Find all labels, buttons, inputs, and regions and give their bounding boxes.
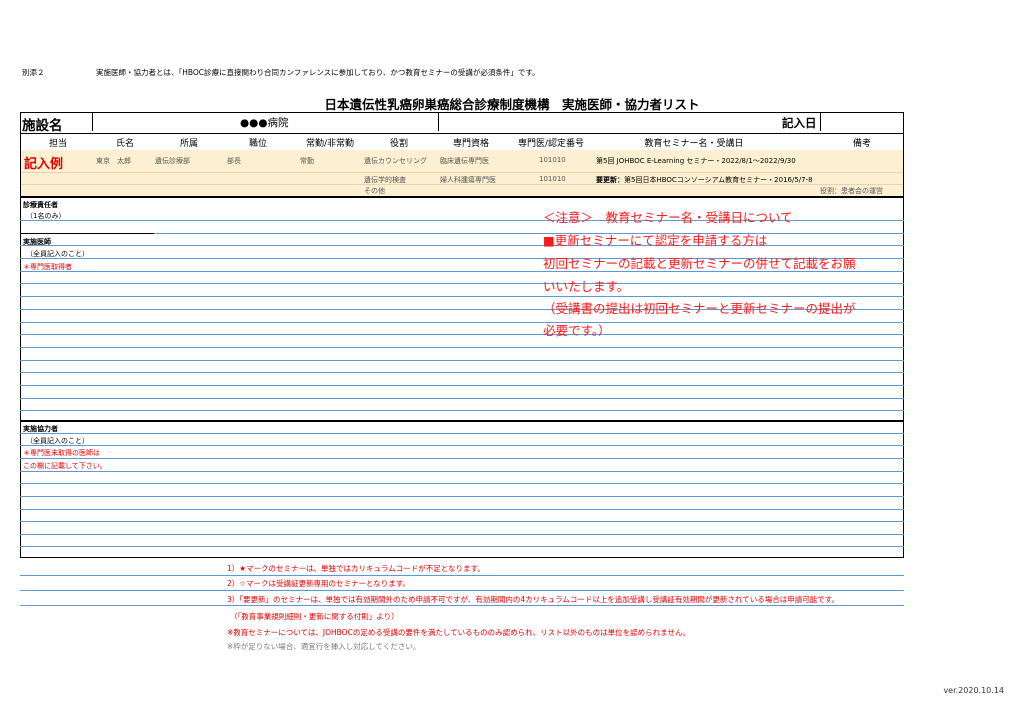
row-line [20, 360, 904, 361]
row-line [20, 509, 904, 510]
footnote-1: 1）★マークのセミナーは、単独ではカリキュラムコードが不足となります。 [227, 564, 485, 573]
example-status: 常勤 [300, 157, 314, 165]
facility-name: ●●●病院 [240, 115, 289, 130]
col-remarks: 備考 [852, 139, 872, 149]
footnote-2: 2）☆マークは受講証更新専用のセミナーとなります。 [227, 579, 411, 588]
example-number: 101010 [539, 175, 566, 183]
row-line [20, 483, 904, 484]
col-role: 役割 [389, 139, 409, 149]
row-line [20, 410, 904, 411]
row-line [20, 398, 904, 399]
example-seminar: 第5回 JOHBOC E-Learning セミナー・2022/8/1～2022… [596, 157, 796, 165]
row-line [20, 334, 904, 335]
column-header-row: 担当 氏名 所属 職位 常勤/非常勤 役割 専門資格 専門医/認定番号 教育セミ… [20, 133, 904, 151]
date-label: 記入日 [782, 116, 817, 130]
row-line [20, 283, 904, 284]
example-position: 部長 [227, 157, 241, 165]
example-qualification: 臨床遺伝専門医 [440, 157, 489, 165]
attachment-label: 別添２ [22, 68, 45, 77]
row-line [20, 245, 904, 246]
example-divider [21, 184, 903, 185]
row-line [20, 534, 904, 535]
footnote-line [20, 605, 904, 606]
facility-name-suffix: 病院 [267, 117, 289, 129]
row-line [20, 433, 904, 434]
doctors-end-line [20, 420, 904, 422]
example-divider [21, 172, 903, 173]
row-line [20, 521, 904, 522]
header-note: 別添２ 実施医師・協力者とは、「HBOC診療に直接関わり合同カンファレンスに参加し… [22, 67, 540, 78]
row-line [20, 347, 904, 348]
notice-line-3: 初回セミナーの記載と更新セミナーの併せて記載をお願 [543, 256, 856, 271]
example-seminar-text: 第5回日本HBOCコンソーシアム教育セミナー・2016/5/7-8 [624, 176, 813, 184]
notice-line-1: ＜注意＞ 教育セミナー名・受講日について [543, 210, 793, 225]
col-seminar: 教育セミナー名・受講日 [644, 139, 744, 149]
row-line [20, 322, 904, 323]
footnote-line [20, 575, 904, 576]
renewal-tag: 要更新： [596, 176, 624, 184]
col-tanto: 担当 [48, 139, 68, 149]
row-line [20, 546, 904, 547]
example-role: 遺伝カウンセリング [364, 157, 427, 165]
col-qualification: 専門資格 [452, 139, 490, 149]
footnote-line [20, 590, 904, 591]
example-role: その他 [364, 187, 385, 195]
header-note-text: 実施医師・協力者とは、「HBOC診療に直接関わり合同カンファレンスに参加しており… [96, 68, 540, 77]
row-line [154, 233, 904, 234]
example-end-line [20, 196, 904, 198]
cooperators-red-note-2: この欄に記載して下さい。 [23, 462, 107, 470]
footnote-5: ※教育セミナーについては、JOHBOCの定める受講の要件を満たしているもののみ認… [227, 628, 690, 637]
example-title: 記入例 [24, 157, 64, 172]
row-line [20, 471, 904, 472]
page-title: 日本遺伝性乳癌卵巣癌総合診療制度機構 実施医師・協力者リスト [324, 97, 700, 112]
row-line [20, 296, 904, 297]
example-number: 101010 [539, 156, 566, 164]
col-position: 職位 [248, 139, 268, 149]
facility-name-dots: ●●● [240, 117, 268, 129]
notice-line-4: いいたします。 [543, 279, 630, 294]
row-line [20, 445, 904, 446]
row-line [20, 458, 904, 459]
row-line [20, 385, 904, 386]
example-name: 東京 太郎 [96, 157, 131, 165]
col-name: 氏名 [115, 139, 135, 149]
notice-line-2: ■更新セミナーにて認定を申請する方は [543, 233, 768, 248]
col-number: 専門医/認定番号 [517, 139, 585, 149]
facility-label: 施設名 [22, 118, 63, 134]
col-status: 常勤/非常勤 [305, 139, 355, 149]
footnote-4: （「教育事業規則細則・更新に関する付則」より） [230, 612, 399, 621]
director-end-line [20, 233, 154, 234]
director-title: 診療責任者 [23, 201, 58, 209]
notice-line-6: 必要です。） [543, 323, 611, 338]
example-dept: 遺伝診療部 [155, 157, 190, 165]
row-line [20, 496, 904, 497]
col-affiliation: 所属 [179, 139, 199, 149]
version-label: ver.2020.10.14 [943, 686, 1004, 695]
cooperators-red-note-1: ＊専門医未取得の医師は [23, 449, 100, 457]
row-line [20, 372, 904, 373]
notice-line-5: （受講書の提出は初回セミナーと更新セミナーの提出が [543, 301, 856, 316]
date-field[interactable] [820, 113, 903, 131]
footnote-3: 3）「要更新」のセミナーは、単独では有効期間外のため申請不可ですが、有効期間内の… [227, 595, 839, 604]
example-remark: 役割：患者会の運営 [820, 187, 883, 195]
footnote-6: ※枠が足りない場合、適宜行を挿入し対応してください。 [227, 642, 421, 651]
